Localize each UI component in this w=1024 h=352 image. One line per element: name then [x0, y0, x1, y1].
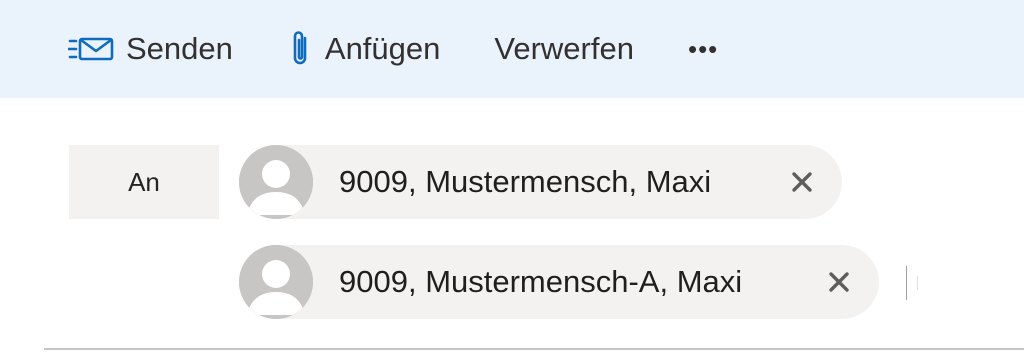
recipient-input-caret[interactable]	[906, 266, 907, 300]
more-options-icon: •••	[687, 33, 719, 64]
to-field-button[interactable]: An	[69, 145, 219, 219]
compose-toolbar: Senden Anfügen Verwerfen •••	[0, 0, 1024, 98]
send-mail-icon	[68, 37, 114, 61]
more-options-button[interactable]: •••	[688, 19, 718, 79]
person-avatar-icon	[239, 245, 313, 319]
recipient-chip[interactable]: 9009, Mustermensch-A, Maxi	[239, 245, 879, 319]
text-cursor-icon	[917, 276, 918, 290]
discard-label: Verwerfen	[494, 31, 634, 66]
field-divider	[44, 348, 1024, 350]
compose-area: An 9009, Mustermensch, Maxi 9009, Muster…	[0, 98, 1024, 352]
attach-button[interactable]: Anfügen	[291, 19, 441, 79]
paperclip-icon	[291, 29, 311, 69]
recipient-name: 9009, Mustermensch-A, Maxi	[339, 264, 743, 299]
close-icon[interactable]	[788, 168, 816, 196]
attach-label: Anfügen	[324, 31, 441, 66]
discard-button[interactable]: Verwerfen	[494, 19, 634, 79]
close-icon[interactable]	[825, 268, 853, 296]
send-label: Senden	[126, 31, 233, 66]
to-label: An	[128, 166, 160, 197]
recipient-name: 9009, Mustermensch, Maxi	[339, 164, 712, 199]
recipient-chip[interactable]: 9009, Mustermensch, Maxi	[239, 145, 842, 219]
person-avatar-icon	[239, 145, 313, 219]
send-button[interactable]: Senden	[68, 19, 233, 79]
